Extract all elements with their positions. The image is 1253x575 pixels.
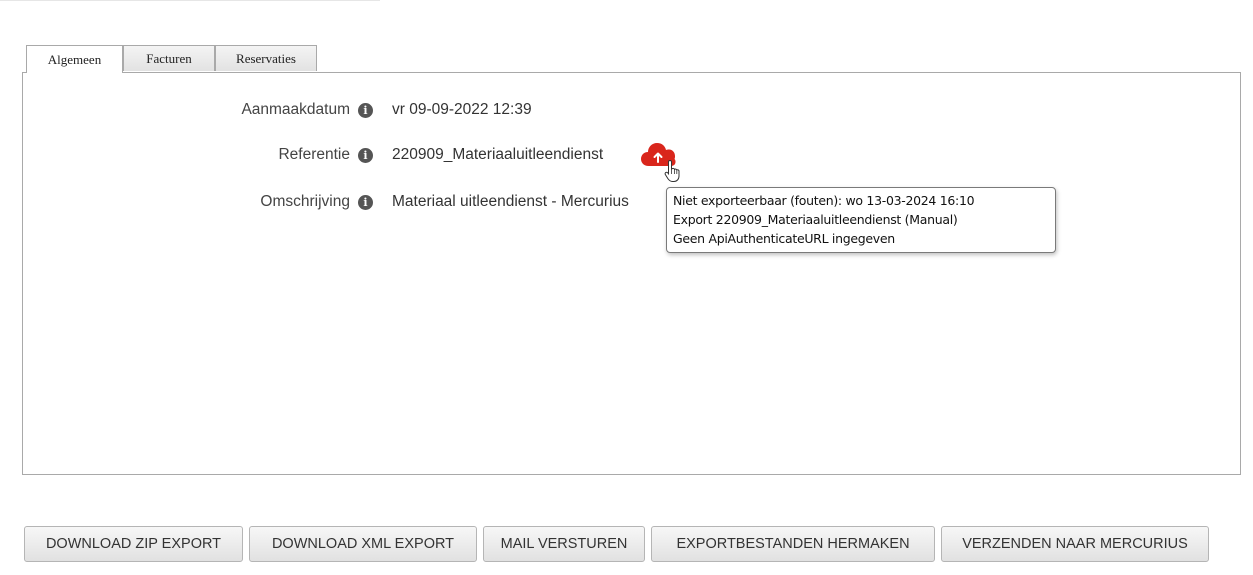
field-row-aanmaakdatum: Aanmaakdatum i vr 09-09-2022 12:39 xyxy=(23,99,1240,121)
exportbestanden-hermaken-button[interactable]: EXPORTBESTANDEN HERMAKEN xyxy=(651,526,935,562)
tab-panel-algemeen: Aanmaakdatum i vr 09-09-2022 12:39 Refer… xyxy=(22,72,1241,475)
tab-algemeen[interactable]: Algemeen xyxy=(26,45,123,73)
hand-cursor-icon xyxy=(664,159,680,182)
tab-reservaties[interactable]: Reservaties xyxy=(215,45,317,71)
field-label-aanmaakdatum: Aanmaakdatum i xyxy=(241,101,373,119)
referentie-label-text: Referentie xyxy=(278,146,350,163)
top-divider xyxy=(0,0,380,1)
verzenden-naar-mercurius-button[interactable]: VERZENDEN NAAR MERCURIUS xyxy=(941,526,1209,562)
aanmaakdatum-label-text: Aanmaakdatum xyxy=(241,101,350,118)
omschrijving-label-text: Omschrijving xyxy=(260,193,350,210)
omschrijving-value: Materiaal uitleendienst - Mercurius xyxy=(392,193,629,210)
field-row-omschrijving: Omschrijving i Materiaal uitleendienst -… xyxy=(23,191,1240,213)
field-label-omschrijving: Omschrijving i xyxy=(260,193,373,211)
tooltip-line-status: Niet exporteerbaar (fouten): wo 13-03-20… xyxy=(673,193,975,208)
download-xml-export-button[interactable]: DOWNLOAD XML EXPORT xyxy=(249,526,477,562)
aanmaakdatum-value: vr 09-09-2022 12:39 xyxy=(392,101,532,118)
info-icon[interactable]: i xyxy=(358,102,373,118)
export-status-tooltip: Niet exporteerbaar (fouten): wo 13-03-20… xyxy=(666,187,1056,253)
field-label-referentie: Referentie i xyxy=(278,146,373,164)
info-icon[interactable]: i xyxy=(358,147,373,163)
mail-versturen-button[interactable]: MAIL VERSTUREN xyxy=(483,526,645,562)
tooltip-line-error: Geen ApiAuthenticateURL ingegeven xyxy=(673,231,895,246)
tab-facturen[interactable]: Facturen xyxy=(123,45,215,71)
referentie-value: 220909_Materiaaluitleendienst xyxy=(392,146,604,163)
field-row-referentie: Referentie i 220909_Materiaaluitleendien… xyxy=(23,144,1240,166)
download-zip-export-button[interactable]: DOWNLOAD ZIP EXPORT xyxy=(24,526,243,562)
tooltip-line-export: Export 220909_Materiaaluitleendienst (Ma… xyxy=(673,212,958,227)
info-icon[interactable]: i xyxy=(358,194,373,210)
